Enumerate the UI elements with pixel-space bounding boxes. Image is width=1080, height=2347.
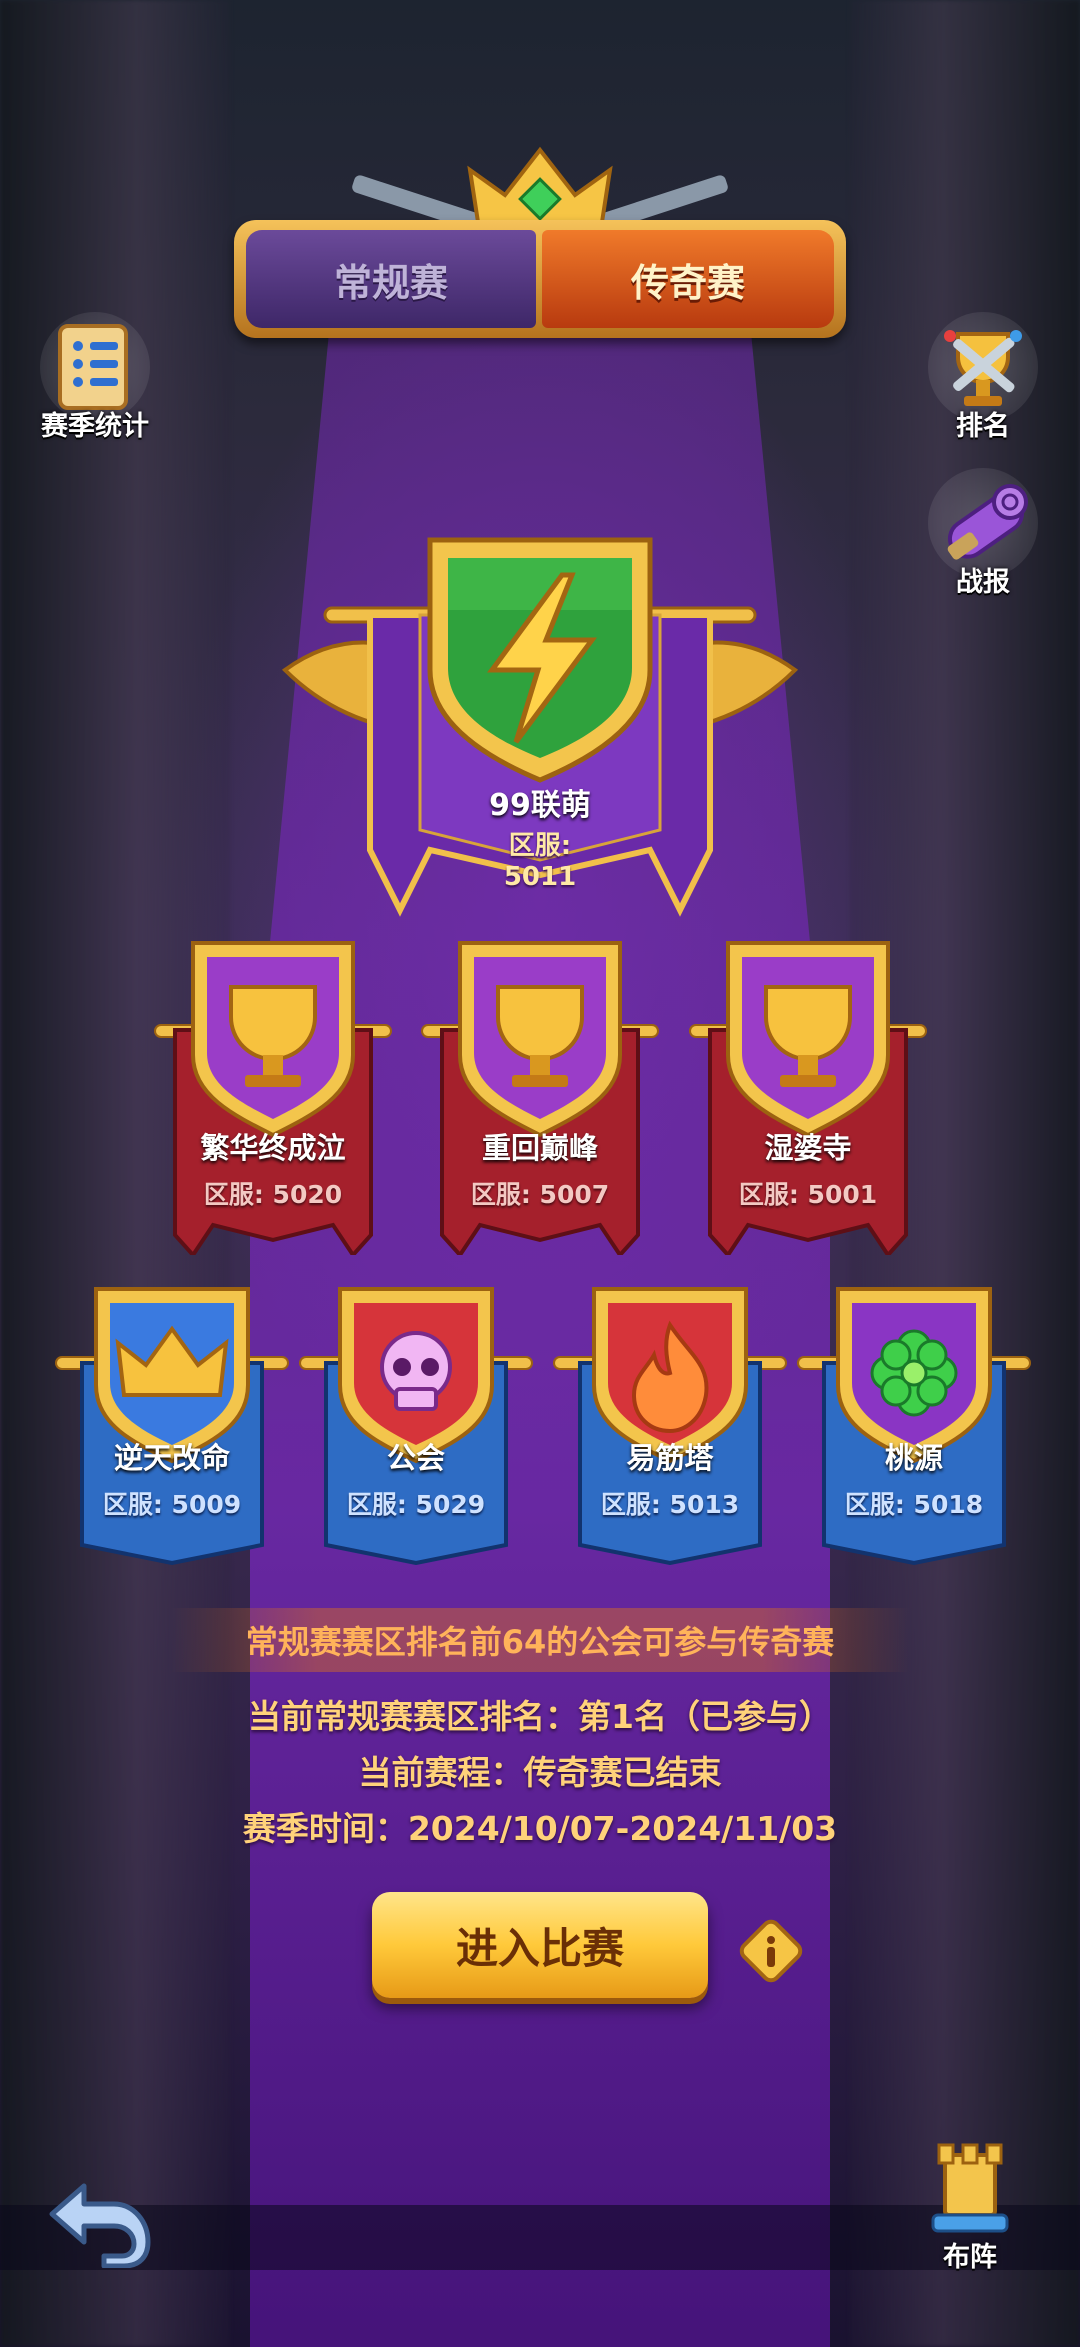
guild-name: 逆天改命	[113, 1441, 230, 1475]
guild-server: 区服: 5020	[203, 1180, 343, 1209]
tab-regular-season[interactable]: 常规赛	[246, 230, 536, 328]
ranking-button[interactable]: 排名	[918, 312, 1048, 443]
battle-report-label: 战报	[956, 567, 1010, 598]
guild-badge-quarterfinal[interactable]: 逆天改命 区服: 5009	[52, 1285, 292, 1605]
current-schedule-text: 当前赛程：传奇赛已结束	[358, 1753, 722, 1792]
formation-label: 布阵	[943, 2242, 997, 2273]
guild-badge-semifinal[interactable]: 繁华终成泣 区服: 5020	[153, 935, 393, 1259]
champion-server: 区服: 5011	[503, 831, 577, 892]
guild-name: 湿婆寺	[764, 1131, 852, 1165]
guild-name: 重回巅峰	[481, 1131, 598, 1165]
tab-legend-season[interactable]: 传奇赛	[542, 230, 834, 328]
formation-button[interactable]: 布阵	[900, 2135, 1040, 2274]
enter-match-button[interactable]: 进入比赛	[372, 1892, 708, 1998]
info-icon[interactable]	[736, 1916, 806, 1986]
tab-legend-label: 传奇赛	[630, 260, 745, 305]
season-stats-label: 赛季统计	[41, 411, 149, 442]
guild-name: 公会	[386, 1441, 445, 1475]
guild-badge-quarterfinal[interactable]: 易筋塔 区服: 5013	[550, 1285, 790, 1605]
guild-badge-quarterfinal[interactable]: 桃源 区服: 5018	[794, 1285, 1034, 1605]
guild-server: 区服: 5018	[844, 1490, 984, 1519]
season-time-text: 赛季时间：2024/10/07-2024/11/03	[242, 1809, 838, 1848]
qualification-rule: 常规赛赛区排名前64的公会可参与传奇赛	[170, 1608, 910, 1672]
guild-name: 易筋塔	[626, 1441, 714, 1475]
blue-banner-icon	[797, 1287, 1031, 1566]
guild-name: 繁华终成泣	[200, 1131, 346, 1165]
back-arrow-icon[interactable]	[44, 2168, 154, 2268]
tournament-tabs: 常规赛 传奇赛	[234, 220, 846, 338]
guild-server: 区服: 5029	[346, 1490, 486, 1519]
guild-server: 区服: 5009	[102, 1490, 242, 1519]
battle-report-button[interactable]: 战报	[918, 468, 1048, 599]
blue-banner-icon	[299, 1287, 533, 1566]
guild-server: 区服: 5001	[738, 1180, 878, 1209]
ranking-label: 排名	[956, 411, 1010, 442]
guild-badge-semifinal[interactable]: 湿婆寺 区服: 5001	[688, 935, 928, 1259]
guild-badge-quarterfinal[interactable]: 公会 区服: 5029	[296, 1285, 536, 1605]
current-rank-text: 当前常规赛赛区排名：第1名（已参与）	[248, 1697, 832, 1736]
champion-name: 99联萌	[489, 788, 591, 823]
blue-banner-icon	[55, 1287, 289, 1566]
guild-name: 桃源	[884, 1441, 943, 1475]
tower-icon	[931, 2143, 1009, 2233]
guild-badge-semifinal[interactable]: 重回巅峰 区服: 5007	[420, 935, 660, 1259]
champion-badge[interactable]: 99联萌 区服: 5011	[280, 530, 800, 930]
legend-tournament-screen: 常规赛 传奇赛 赛季统计 排名 战报 99联萌 区服: 5011 繁华终成泣 区…	[0, 0, 1080, 2347]
guild-server: 区服: 5013	[600, 1490, 740, 1519]
blue-banner-icon	[553, 1287, 787, 1566]
enter-match-label: 进入比赛	[455, 1923, 624, 1973]
guild-server: 区服: 5007	[470, 1180, 610, 1209]
season-stats-button[interactable]: 赛季统计	[30, 312, 160, 443]
tab-regular-label: 常规赛	[333, 260, 448, 305]
